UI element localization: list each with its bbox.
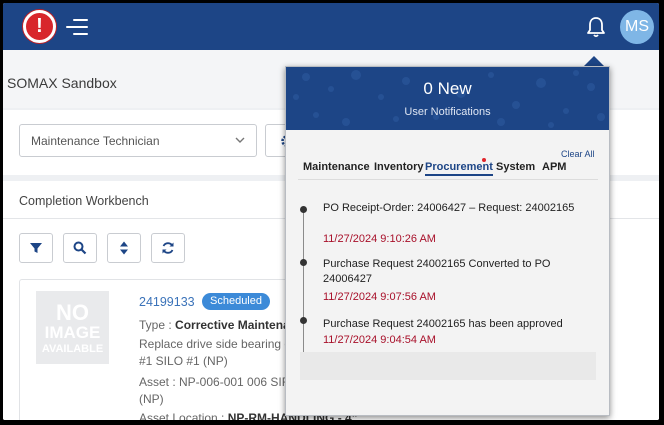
no-image-line-2: IMAGE xyxy=(44,323,101,342)
notification-bell-icon[interactable] xyxy=(586,16,606,38)
tabs-divider xyxy=(298,179,598,180)
filter-icon xyxy=(30,243,42,253)
avatar-initials: MS xyxy=(625,18,649,35)
timeline-line xyxy=(303,207,304,375)
notification-text[interactable]: Purchase Request 24002165 has been appro… xyxy=(323,317,593,332)
tab-apm[interactable]: APM xyxy=(542,161,566,173)
tab-system[interactable]: System xyxy=(496,161,535,173)
hamburger-menu-icon[interactable] xyxy=(66,18,88,36)
site-title: SOMAX Sandbox xyxy=(7,75,117,91)
search-button[interactable] xyxy=(63,233,97,263)
notification-text[interactable]: Purchase Request 24002165 Converted to P… xyxy=(323,257,593,287)
work-order-asset-2: (NP) xyxy=(139,392,164,406)
sort-icon xyxy=(120,241,128,255)
type-label: Type : xyxy=(139,318,176,332)
logo-glyph: ! xyxy=(36,15,43,37)
role-select[interactable]: Maintenance Technician xyxy=(19,124,257,157)
notifications-footer xyxy=(300,352,596,380)
notifications-header: 0 New User Notifications xyxy=(286,67,609,130)
new-indicator-dot xyxy=(482,158,486,162)
sort-button[interactable] xyxy=(107,233,141,263)
somax-logo[interactable]: ! xyxy=(23,10,56,43)
no-image-line-3: AVAILABLE xyxy=(41,343,104,355)
new-notification-count: 0 New xyxy=(423,79,472,98)
work-order-card[interactable]: NO IMAGE AVAILABLE 24199133 Scheduled Ty… xyxy=(19,279,357,420)
notification-time: 11/27/2024 9:04:54 AM xyxy=(323,334,436,346)
role-select-value: Maintenance Technician xyxy=(31,134,160,148)
work-order-number[interactable]: 24199133 xyxy=(139,295,195,309)
refresh-button[interactable] xyxy=(151,233,185,263)
type-value: Corrective Maintenar xyxy=(175,318,295,332)
status-badge: Scheduled xyxy=(202,293,270,310)
location-label: Asset Location : xyxy=(139,411,228,420)
no-image-placeholder: NO IMAGE AVAILABLE xyxy=(36,291,109,364)
work-order-description-2: #1 SILO #1 (NP) xyxy=(139,354,228,368)
clear-all-link[interactable]: Clear All xyxy=(561,149,595,159)
user-avatar[interactable]: MS xyxy=(620,10,654,44)
timeline-dot xyxy=(300,206,307,213)
work-order-type: Type : Corrective Maintenar xyxy=(139,318,294,332)
app-window: ! MS SOMAX Sandbox Maintenance Technicia… xyxy=(3,3,659,420)
filter-button[interactable] xyxy=(19,233,53,263)
notification-text[interactable]: PO Receipt-Order: 24006427 – Request: 24… xyxy=(323,201,593,216)
workbench-title: Completion Workbench xyxy=(19,194,149,208)
tab-procurement[interactable]: Procurement xyxy=(425,161,493,176)
notifications-subtitle: User Notifications xyxy=(404,106,491,118)
top-navigation-bar: ! MS xyxy=(3,3,659,50)
notifications-dropdown: 0 New User Notifications Clear All Maint… xyxy=(285,66,610,416)
notification-time: 11/27/2024 9:07:56 AM xyxy=(323,291,436,303)
chevron-down-icon xyxy=(235,137,245,143)
notification-time: 11/27/2024 9:10:26 AM xyxy=(323,233,436,245)
timeline-dot xyxy=(300,259,307,266)
work-order-description-1: Replace drive side bearing o xyxy=(139,337,292,351)
tab-maintenance[interactable]: Maintenance xyxy=(303,161,370,173)
search-icon xyxy=(73,241,87,255)
tab-inventory[interactable]: Inventory xyxy=(374,161,424,173)
work-order-asset-1: Asset : NP-006-001 006 SIFT xyxy=(139,375,297,389)
refresh-icon xyxy=(162,242,174,254)
timeline-dot xyxy=(300,317,307,324)
